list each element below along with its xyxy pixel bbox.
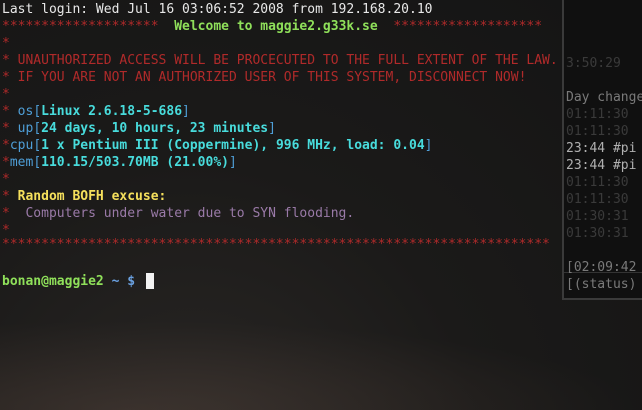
info-cpu: *cpu[1 x Pentium III (Coppermine), 996 M… bbox=[2, 138, 433, 153]
info-value: 110.15/503.70MB (21.00%) bbox=[41, 155, 229, 170]
info-value: 1 x Pentium III (Coppermine), 996 MHz, l… bbox=[41, 138, 425, 153]
banner-line: ******************** Welcome to maggie2.… bbox=[2, 18, 542, 35]
bofh-text-line: * Computers under water due to SYN flood… bbox=[2, 205, 354, 222]
bofh-heading: Random BOFH excuse: bbox=[17, 189, 167, 204]
irc-line: 01:11:30 bbox=[566, 192, 629, 207]
star-marker: * bbox=[2, 70, 10, 85]
info-os: * os[Linux 2.6.18-5-686] bbox=[2, 104, 190, 119]
bofh-heading-line: * Random BOFH excuse: bbox=[2, 188, 166, 205]
star-marker: * bbox=[2, 155, 10, 170]
star-marker: * bbox=[2, 189, 10, 204]
info-value: Linux 2.6.18-5-686 bbox=[41, 104, 183, 119]
info-uptime: * up[24 days, 10 hours, 23 minutes] bbox=[2, 121, 276, 136]
star-marker: * bbox=[2, 206, 10, 221]
last-login-line: Last login: Wed Jul 16 03:06:52 2008 fro… bbox=[2, 2, 433, 17]
irc-clock: [02:09:42 bbox=[566, 260, 637, 275]
irc-line: 23:44 #pi bbox=[566, 141, 637, 156]
warning-text-1: UNAUTHORIZED ACCESS WILL BE PROCECUTED T… bbox=[17, 53, 558, 68]
info-label: cpu bbox=[9, 138, 34, 153]
text-cursor bbox=[146, 273, 154, 289]
info-label: os bbox=[9, 104, 34, 119]
star-marker: * bbox=[2, 138, 10, 153]
info-value: 24 days, 10 hours, 23 minutes bbox=[41, 121, 269, 136]
prompt-symbol: $ bbox=[127, 274, 136, 289]
warning-line-1: * UNAUTHORIZED ACCESS WILL BE PROCECUTED… bbox=[2, 52, 558, 69]
info-label: mem bbox=[9, 155, 34, 170]
warning-line-2: * IF YOU ARE NOT AN AUTHORIZED USER OF T… bbox=[2, 69, 526, 86]
shell-prompt[interactable]: bonan@maggie2 ~ $ bbox=[2, 273, 135, 290]
info-label: up bbox=[9, 121, 34, 136]
banner-stars-left: ******************** bbox=[2, 19, 159, 34]
info-mem: *mem[110.15/503.70MB (21.00%)] bbox=[2, 155, 237, 170]
irc-line: 23:44 #pi bbox=[566, 158, 637, 173]
irc-line: 01:11:30 bbox=[566, 124, 629, 139]
terminal-window[interactable]: Last login: Wed Jul 16 03:06:52 2008 fro… bbox=[0, 0, 562, 410]
star-marker: * bbox=[2, 53, 10, 68]
star-line: * bbox=[2, 87, 10, 102]
prompt-user-host: bonan@maggie2 bbox=[2, 274, 104, 289]
irc-line: 3:50:29 bbox=[566, 56, 621, 71]
bofh-excuse: Computers under water due to SYN floodin… bbox=[25, 206, 355, 221]
irc-line: 01:11:30 bbox=[566, 107, 629, 122]
banner-stars-right: ******************* bbox=[393, 19, 543, 34]
star-marker: * bbox=[2, 121, 10, 136]
irc-line: 01:11:30 bbox=[566, 175, 629, 190]
star-line: * bbox=[2, 172, 10, 187]
prompt-directory: ~ bbox=[111, 274, 120, 289]
bottom-rule: ****************************************… bbox=[2, 237, 550, 252]
irc-status-label: [(status) bbox=[566, 277, 637, 292]
warning-text-2: IF YOU ARE NOT AN AUTHORIZED USER OF THI… bbox=[17, 70, 527, 85]
irc-line: 01:30:31 bbox=[566, 226, 629, 241]
welcome-title: Welcome to maggie2.g33k.se bbox=[174, 19, 378, 34]
background-irc-window[interactable]: 3:50:29 Day change 01:11:30 01:11:30 23:… bbox=[562, 0, 642, 300]
star-marker: * bbox=[2, 104, 10, 119]
irc-line: 01:30:31 bbox=[566, 209, 629, 224]
star-line: * bbox=[2, 36, 10, 51]
irc-line: Day change bbox=[566, 90, 642, 105]
